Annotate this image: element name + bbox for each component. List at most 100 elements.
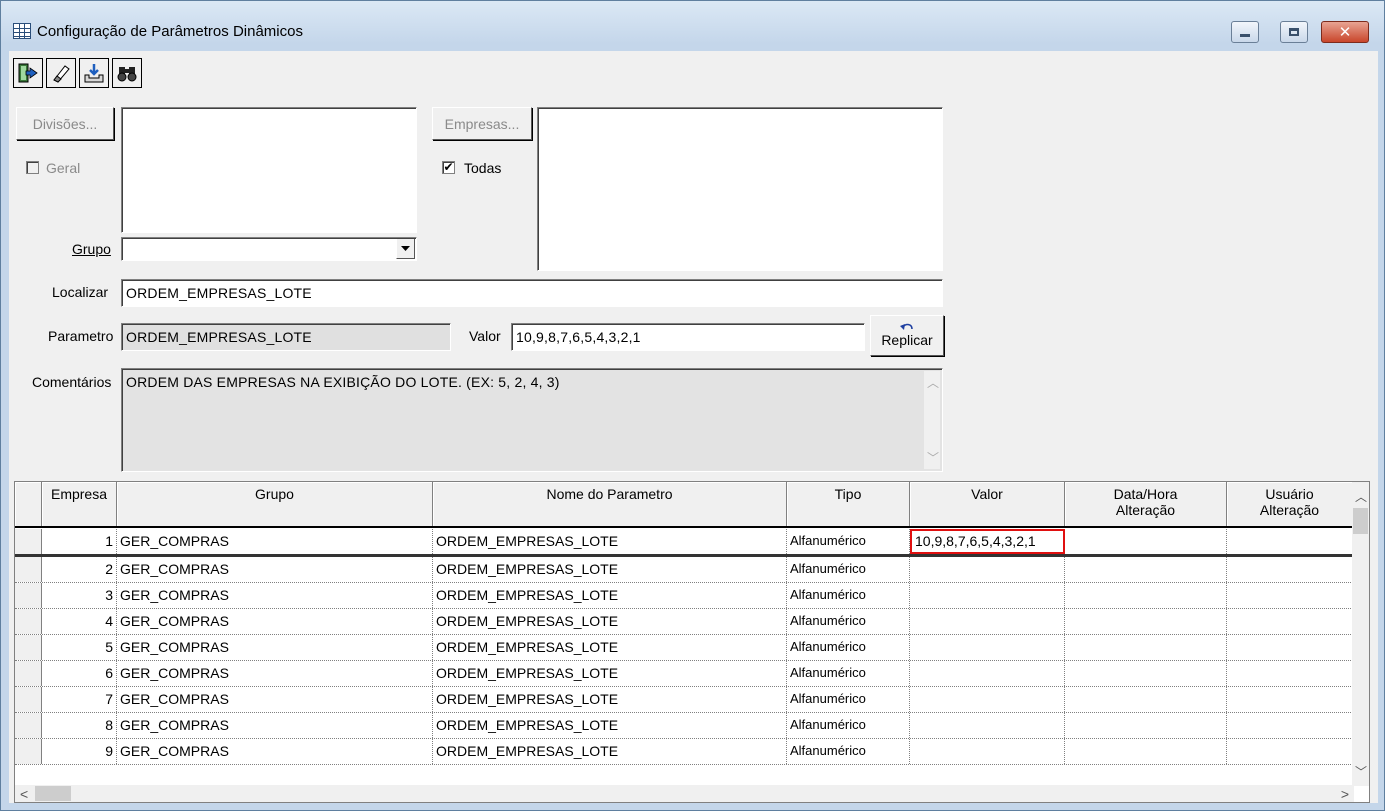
cell-empresa[interactable]: 8 [42,713,117,738]
cell-nome-parametro[interactable]: ORDEM_EMPRESAS_LOTE [433,609,787,634]
empresas-list[interactable] [537,107,943,271]
cell-tipo[interactable]: Alfanumérico [787,739,910,764]
cell-empresa[interactable]: 9 [42,739,117,764]
clear-button[interactable] [46,58,76,88]
cell-empresa[interactable]: 5 [42,635,117,660]
cell-nome-parametro[interactable]: ORDEM_EMPRESAS_LOTE [433,713,787,738]
cell-valor[interactable]: 10,9,8,7,6,5,4,3,2,1 [910,529,1065,554]
geral-checkbox[interactable] [26,161,39,174]
cell-valor[interactable] [910,583,1065,608]
grupo-select[interactable] [121,237,417,261]
cell-data-hora[interactable] [1065,609,1227,634]
cell-tipo[interactable]: Alfanumérico [787,609,910,634]
valor-input[interactable]: 10,9,8,7,6,5,4,3,2,1 [511,323,865,351]
cell-valor[interactable] [910,661,1065,686]
table-row[interactable]: 6 GER_COMPRAS ORDEM_EMPRESAS_LOTE Alfanumér… [15,661,1353,687]
cell-grupo[interactable]: GER_COMPRAS [117,687,433,712]
row-indicator[interactable] [15,661,42,686]
header-data-hora[interactable]: Data/Hora Alteração [1065,482,1227,526]
cell-usuario[interactable] [1227,609,1353,634]
header-nome-parametro[interactable]: Nome do Parametro [433,482,787,526]
cell-valor[interactable] [910,557,1065,582]
cell-nome-parametro[interactable]: ORDEM_EMPRESAS_LOTE [433,635,787,660]
row-indicator[interactable] [15,557,42,582]
cell-valor[interactable] [910,687,1065,712]
cell-grupo[interactable]: GER_COMPRAS [117,529,433,554]
cell-usuario[interactable] [1227,583,1353,608]
cell-grupo[interactable]: GER_COMPRAS [117,713,433,738]
replicar-button[interactable]: Replicar [870,315,944,356]
row-indicator[interactable] [15,713,42,738]
row-indicator[interactable] [15,583,42,608]
cell-nome-parametro[interactable]: ORDEM_EMPRESAS_LOTE [433,739,787,764]
header-valor[interactable]: Valor [910,482,1065,526]
cell-tipo[interactable]: Alfanumérico [787,635,910,660]
cell-usuario[interactable] [1227,635,1353,660]
cell-grupo[interactable]: GER_COMPRAS [117,739,433,764]
row-indicator[interactable] [15,529,42,554]
cell-valor[interactable] [910,635,1065,660]
cell-data-hora[interactable] [1065,661,1227,686]
horizontal-scroll-thumb[interactable] [35,786,71,801]
cell-usuario[interactable] [1227,687,1353,712]
cell-empresa[interactable]: 2 [42,557,117,582]
maximize-button[interactable] [1280,21,1308,43]
table-row[interactable]: 2 GER_COMPRAS ORDEM_EMPRESAS_LOTE Alfanumér… [15,557,1353,583]
cell-grupo[interactable]: GER_COMPRAS [117,583,433,608]
cell-data-hora[interactable] [1065,635,1227,660]
save-button[interactable] [79,58,109,88]
cell-nome-parametro[interactable]: ORDEM_EMPRESAS_LOTE [433,529,787,554]
cell-usuario[interactable] [1227,661,1353,686]
minimize-button[interactable] [1231,21,1259,43]
table-row[interactable]: 7 GER_COMPRAS ORDEM_EMPRESAS_LOTE Alfanumér… [15,687,1353,713]
cell-nome-parametro[interactable]: ORDEM_EMPRESAS_LOTE [433,583,787,608]
cell-tipo[interactable]: Alfanumérico [787,557,910,582]
row-indicator[interactable] [15,609,42,634]
header-tipo[interactable]: Tipo [787,482,910,526]
localizar-input[interactable]: ORDEM_EMPRESAS_LOTE [121,279,943,307]
cell-empresa[interactable]: 1 [42,529,117,554]
cell-data-hora[interactable] [1065,529,1227,554]
table-row[interactable]: 5 GER_COMPRAS ORDEM_EMPRESAS_LOTE Alfanumér… [15,635,1353,661]
cell-data-hora[interactable] [1065,713,1227,738]
row-indicator[interactable] [15,687,42,712]
table-row[interactable]: 1 GER_COMPRAS ORDEM_EMPRESAS_LOTE Alfanumér… [15,529,1353,557]
scroll-right-icon[interactable]: > [1341,786,1349,802]
cell-grupo[interactable]: GER_COMPRAS [117,635,433,660]
cell-empresa[interactable]: 3 [42,583,117,608]
cell-data-hora[interactable] [1065,583,1227,608]
dropdown-arrow-button[interactable] [396,239,415,259]
cell-empresa[interactable]: 7 [42,687,117,712]
cell-valor[interactable] [910,739,1065,764]
title-bar[interactable]: Configuração de Parâmetros Dinâmicos ✕ [1,1,1384,44]
cell-nome-parametro[interactable]: ORDEM_EMPRESAS_LOTE [433,661,787,686]
grid-horizontal-scrollbar[interactable]: < > [15,785,1354,802]
cell-tipo[interactable]: Alfanumérico [787,529,910,554]
cell-data-hora[interactable] [1065,557,1227,582]
header-usuario[interactable]: Usuário Alteração [1227,482,1353,526]
row-indicator[interactable] [15,739,42,764]
cell-empresa[interactable]: 4 [42,609,117,634]
cell-data-hora[interactable] [1065,739,1227,764]
grid-vertical-scrollbar[interactable]: ︿ ﹀ [1352,482,1369,786]
cell-valor[interactable] [910,713,1065,738]
scroll-left-icon[interactable]: < [20,786,28,802]
cell-tipo[interactable]: Alfanumérico [787,661,910,686]
cell-tipo[interactable]: Alfanumérico [787,687,910,712]
cell-nome-parametro[interactable]: ORDEM_EMPRESAS_LOTE [433,557,787,582]
divisoes-button[interactable]: Divisões... [16,107,114,140]
table-row[interactable]: 8 GER_COMPRAS ORDEM_EMPRESAS_LOTE Alfanumér… [15,713,1353,739]
cell-usuario[interactable] [1227,557,1353,582]
scroll-up-icon[interactable]: ︿ [1355,488,1367,505]
scroll-up-icon[interactable]: ︿ [927,374,939,391]
exit-button[interactable] [13,58,43,88]
row-indicator[interactable] [15,635,42,660]
comentarios-textarea[interactable]: ORDEM DAS EMPRESAS NA EXIBIÇÃO DO LOTE. … [121,368,943,472]
parameters-grid[interactable]: Empresa Grupo Nome do Parametro Tipo Val… [14,481,1370,803]
cell-nome-parametro[interactable]: ORDEM_EMPRESAS_LOTE [433,687,787,712]
table-row[interactable]: 4 GER_COMPRAS ORDEM_EMPRESAS_LOTE Alfanumér… [15,609,1353,635]
comentarios-scrollbar[interactable]: ︿ ﹀ [924,371,940,469]
search-button[interactable] [112,58,142,88]
cell-usuario[interactable] [1227,713,1353,738]
scroll-down-icon[interactable]: ﹀ [1355,763,1367,780]
